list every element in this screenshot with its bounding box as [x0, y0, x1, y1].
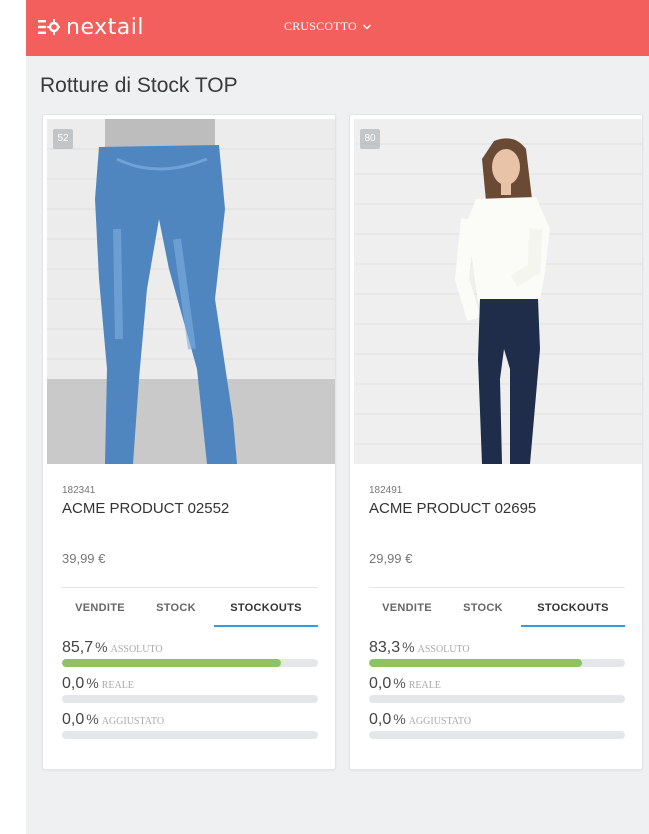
progress-track — [369, 695, 625, 703]
tab-stock[interactable]: STOCK — [445, 588, 521, 627]
metric-aggiustato: 0,0% AGGIUSTATO — [62, 711, 318, 739]
logo-text: nextail — [66, 14, 144, 40]
product-name[interactable]: ACME PRODUCT 02552 — [62, 500, 229, 517]
progress-track — [62, 659, 318, 667]
metric-value: 0,0 — [62, 675, 85, 692]
rank-badge: 80 — [360, 129, 380, 149]
metric-assoluto: 83,3% ASSOLUTO — [369, 639, 625, 667]
metric-aggiustato: 0,0% AGGIUSTATO — [369, 711, 625, 739]
metric-tabs: VENDITE STOCK STOCKOUTS — [369, 587, 625, 627]
metric-reale: 0,0% REALE — [369, 675, 625, 703]
metric-unit: % — [86, 711, 99, 727]
product-card[interactable]: 52 182341 ACME PRODUCT 02552 39,99 € VEN… — [42, 114, 336, 770]
cruscotto-menu-label: CRUSCOTTO — [284, 19, 357, 33]
product-sku: 182341 — [62, 485, 96, 496]
metric-value: 0,0 — [62, 711, 85, 728]
metric-label: AGGIUSTATO — [101, 716, 165, 727]
metric-unit: % — [86, 675, 99, 691]
tab-stockouts[interactable]: STOCKOUTS — [214, 588, 318, 627]
model-photo — [354, 119, 642, 464]
chevron-down-icon — [362, 23, 371, 30]
product-image-jeans[interactable]: 52 — [47, 119, 335, 464]
product-image-blouse[interactable]: 80 — [354, 119, 642, 464]
metric-label: REALE — [101, 680, 134, 691]
tab-stock[interactable]: STOCK — [138, 588, 214, 627]
app-shell: nextail CRUSCOTTO Rotture di Stock TOP 5… — [26, 0, 649, 834]
progress-track — [62, 731, 318, 739]
progress-track — [369, 731, 625, 739]
metric-label: ASSOLUTO — [417, 644, 470, 655]
progress-track — [62, 695, 318, 703]
metric-value: 85,7 — [62, 639, 94, 656]
metric-value: 0,0 — [369, 711, 392, 728]
metric-reale: 0,0% REALE — [62, 675, 318, 703]
metric-unit: % — [393, 675, 406, 691]
product-price: 39,99 € — [62, 551, 106, 566]
progress-track — [369, 659, 625, 667]
metric-unit: % — [95, 639, 108, 655]
logo-icon — [38, 19, 60, 35]
jeans-photo — [47, 119, 335, 464]
metric-unit: % — [402, 639, 415, 655]
rank-badge: 52 — [53, 129, 73, 149]
page-title: Rotture di Stock TOP — [40, 74, 238, 97]
product-sku: 182491 — [369, 485, 403, 496]
top-navbar: nextail CRUSCOTTO — [26, 0, 649, 56]
metric-label: AGGIUSTATO — [408, 716, 472, 727]
metric-tabs: VENDITE STOCK STOCKOUTS — [62, 587, 318, 627]
metric-assoluto: 85,7% ASSOLUTO — [62, 639, 318, 667]
cruscotto-menu[interactable]: CRUSCOTTO — [284, 19, 372, 34]
product-price: 29,99 € — [369, 551, 413, 566]
metric-label: ASSOLUTO — [110, 644, 163, 655]
product-card[interactable]: 80 182491 ACME PRODUCT 02695 29,99 € VEN… — [349, 114, 643, 770]
nextail-logo[interactable]: nextail — [38, 12, 144, 42]
tab-vendite[interactable]: VENDITE — [62, 588, 138, 627]
metric-unit: % — [393, 711, 406, 727]
metric-value: 83,3 — [369, 639, 401, 656]
metric-label: REALE — [408, 680, 441, 691]
metric-value: 0,0 — [369, 675, 392, 692]
progress-fill — [369, 659, 583, 667]
tab-stockouts[interactable]: STOCKOUTS — [521, 588, 625, 627]
tab-vendite[interactable]: VENDITE — [369, 588, 445, 627]
progress-fill — [62, 659, 282, 667]
product-name[interactable]: ACME PRODUCT 02695 — [369, 500, 536, 517]
